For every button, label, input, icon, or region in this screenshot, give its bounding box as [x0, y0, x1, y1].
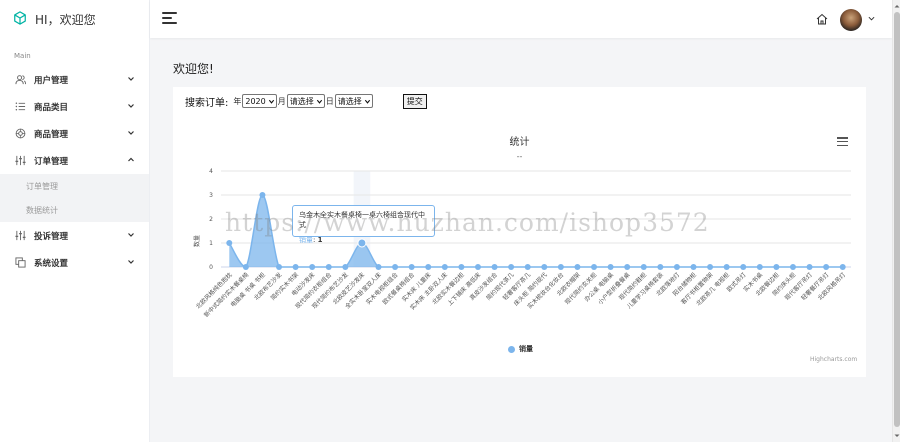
- top-header: [150, 0, 892, 38]
- sidebar-item-complaint-management[interactable]: 投诉管理: [0, 222, 149, 249]
- sidebar-item-label: 用户管理: [34, 75, 69, 86]
- list-icon: [14, 101, 26, 113]
- month-select[interactable]: 请选择: [286, 94, 325, 108]
- sliders-icon: [14, 155, 26, 167]
- chevron-up-icon: [128, 157, 134, 162]
- day-select[interactable]: 请选择: [334, 94, 373, 108]
- chevron-down-icon: [316, 99, 322, 104]
- month-select-value: 请选择: [289, 96, 314, 106]
- legend-label: 销量: [519, 345, 533, 353]
- submenu-item-order-management[interactable]: 订单管理: [0, 174, 149, 198]
- home-icon[interactable]: [816, 13, 828, 25]
- chevron-down-icon: [128, 104, 134, 108]
- page-title: 欢迎您!: [173, 62, 214, 76]
- tooltip-series-name: 销量: [299, 236, 313, 244]
- search-label: 搜索订单:: [185, 97, 229, 109]
- chevron-down-icon: [268, 99, 274, 104]
- users-icon: [14, 74, 26, 86]
- chevron-down-icon: [364, 99, 370, 104]
- sidebar: HI，欢迎您 Main 用户管理 商品类目 商品管理 订单管理 订单管理 数据统…: [0, 0, 150, 442]
- order-submenu: 订单管理 数据统计: [0, 174, 149, 222]
- sidebar-item-product-category[interactable]: 商品类目: [0, 93, 149, 120]
- submenu-item-data-statistics[interactable]: 数据统计: [0, 198, 149, 222]
- menu-toggle-icon[interactable]: [162, 12, 177, 25]
- chevron-down-icon: [128, 260, 134, 264]
- tooltip-value-row: 销量: 1: [299, 236, 323, 244]
- chart-context-menu-icon[interactable]: [837, 137, 848, 147]
- avatar[interactable]: [840, 9, 862, 31]
- chart-subtitle: --: [516, 152, 523, 161]
- chart-legend[interactable]: 销量: [508, 344, 533, 354]
- sidebar-item-label: 商品类目: [34, 102, 69, 113]
- brand[interactable]: HI，欢迎您: [0, 0, 149, 38]
- copy-icon: [14, 257, 26, 269]
- legend-marker: [508, 345, 515, 353]
- tooltip-title: 乌金木全实木餐桌椅一桌六椅组合现代中式: [299, 211, 425, 229]
- page-scrollbar[interactable]: [892, 0, 900, 442]
- sidebar-item-label: 商品管理: [34, 129, 69, 140]
- sidebar-item-order-management[interactable]: 订单管理: [0, 147, 149, 174]
- chart-title: 统计: [509, 137, 530, 148]
- month-label: 月: [277, 96, 286, 106]
- submit-button[interactable]: 提交: [402, 93, 427, 109]
- chevron-down-icon: [128, 233, 134, 237]
- chevron-down-icon: [128, 77, 134, 81]
- sliders-icon: [14, 230, 26, 242]
- cube-logo-icon: [13, 10, 27, 29]
- chart-tooltip: 乌金木全实木餐桌椅一桌六椅组合现代中式 销量: 1: [292, 205, 435, 244]
- sidebar-item-user-management[interactable]: 用户管理: [0, 66, 149, 93]
- day-select-value: 请选择: [337, 96, 362, 106]
- section-label: Main: [14, 52, 31, 60]
- sidebar-item-label: 系统设置: [34, 258, 69, 269]
- sidebar-item-label: 投诉管理: [34, 231, 69, 242]
- year-select[interactable]: 2020: [242, 94, 277, 108]
- chart-credits[interactable]: Highcharts.com: [810, 356, 857, 363]
- tooltip-value: 1: [317, 236, 323, 244]
- chevron-down-icon: [128, 131, 134, 135]
- statistics-card: 搜索订单: 年 2020 月 请选择 日 请选择 提交: [173, 87, 866, 377]
- scroll-up-arrow-icon[interactable]: [893, 2, 900, 10]
- sidebar-item-system-settings[interactable]: 系统设置: [0, 249, 149, 276]
- scrollbar-thumb[interactable]: [894, 12, 900, 427]
- sidebar-item-product-management[interactable]: 商品管理: [0, 120, 149, 147]
- gear-icon: [14, 128, 26, 140]
- year-label: 年: [233, 96, 242, 106]
- order-search-form: 搜索订单: 年 2020 月 请选择 日 请选择 提交: [185, 93, 427, 109]
- brand-title: HI，欢迎您: [35, 12, 96, 27]
- sidebar-item-label: 订单管理: [34, 156, 69, 167]
- scroll-down-arrow-icon[interactable]: [893, 432, 900, 440]
- day-label: 日: [325, 96, 334, 106]
- year-select-value: 2020: [245, 96, 266, 106]
- chevron-down-icon[interactable]: [868, 15, 875, 22]
- app-window: HI，欢迎您 Main 用户管理 商品类目 商品管理 订单管理 订单管理 数据统…: [0, 0, 900, 442]
